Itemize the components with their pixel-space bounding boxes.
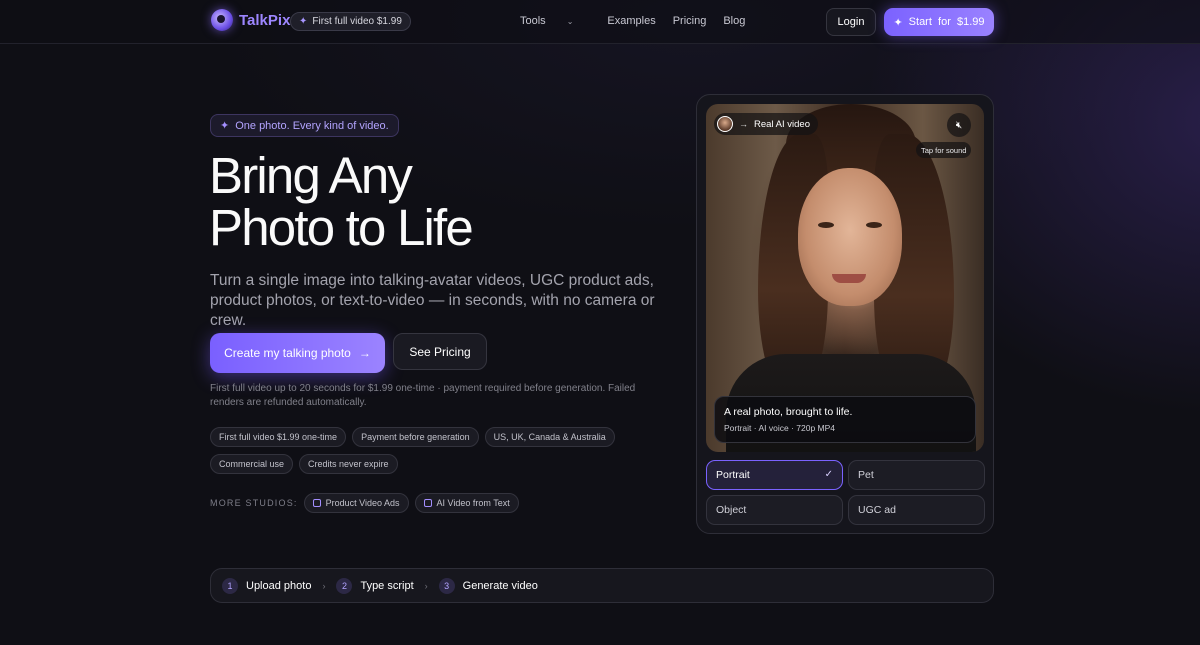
step-label: Type script xyxy=(360,579,414,592)
step-label: Upload photo xyxy=(246,579,312,592)
sparkle-icon: ✦ xyxy=(220,120,230,132)
preview-card: → Real AI video 🔇︎ Tap for sound A real … xyxy=(696,94,994,534)
real-ai-video-label: Real AI video xyxy=(754,118,810,130)
brand-name: TalkPix xyxy=(239,11,291,29)
create-talking-photo-label: Create my talking photo xyxy=(224,346,351,360)
avatar xyxy=(717,116,733,132)
option-label: Object xyxy=(716,504,747,516)
step-generate-video: 3 Generate video xyxy=(438,577,538,594)
option-label: UGC ad xyxy=(858,504,896,516)
feature-chip: Payment before generation xyxy=(352,427,479,447)
preview-video[interactable]: → Real AI video 🔇︎ Tap for sound A real … xyxy=(706,104,984,452)
option-label: Pet xyxy=(858,469,874,481)
see-pricing-button[interactable]: See Pricing xyxy=(393,333,487,370)
option-object[interactable]: Object xyxy=(706,495,843,525)
studio-ai-video-from-text[interactable]: AI Video from Text xyxy=(414,493,519,513)
nav-link-tools[interactable]: Tools ⌄ xyxy=(520,15,590,27)
check-icon: ✓ xyxy=(824,469,833,480)
promo-badge: ✦ First full video $1.99 xyxy=(290,12,411,31)
nav-link-blog[interactable]: Blog xyxy=(723,15,745,27)
product-box-icon xyxy=(312,499,321,507)
hero-subtitle: Turn a single image into talking-avatar … xyxy=(210,272,655,329)
logo-mark-icon xyxy=(211,9,233,31)
fine-print: First full video up to 20 seconds for $1… xyxy=(210,383,636,408)
step-number: 2 xyxy=(336,577,353,594)
caption-title: A real photo, brought to life. xyxy=(724,406,853,418)
video-caption: A real photo, brought to life. Portrait … xyxy=(714,396,976,443)
start-button-label: Start xyxy=(908,16,932,28)
brand-logo[interactable]: TalkPix xyxy=(211,9,290,31)
create-talking-photo-button[interactable]: Create my talking photo → xyxy=(210,333,385,373)
nav-link-pricing[interactable]: Pricing xyxy=(673,15,707,27)
start-button[interactable]: ✦ Start for $1.99 xyxy=(884,8,994,36)
portrait-face xyxy=(798,168,902,306)
nav-link-tools-label: Tools xyxy=(520,15,546,27)
start-button-for: for xyxy=(938,16,951,28)
step-number: 1 xyxy=(222,577,238,594)
steps-bar: 1 Upload photo › 2 Type script › 3 Gener… xyxy=(210,568,994,603)
login-button[interactable]: Login xyxy=(826,8,876,36)
video-text-icon xyxy=(423,499,432,507)
feature-chip: Credits never expire xyxy=(299,454,398,474)
nav-links: Tools ⌄ Examples Pricing Blog xyxy=(520,15,762,27)
hero-pill: ✦ One photo. Every kind of video. xyxy=(210,114,399,137)
feature-chip: US, UK, Canada & Australia xyxy=(484,427,615,447)
real-ai-video-tag: → Real AI video xyxy=(714,113,818,135)
sparkle-icon: ✦ xyxy=(299,16,308,27)
option-pet[interactable]: Pet xyxy=(848,460,985,490)
speaker-muted-icon: 🔇︎ xyxy=(955,119,963,131)
feature-chip: First full video $1.99 one-time xyxy=(210,427,347,447)
feature-chip: Commercial use xyxy=(210,454,294,474)
feature-chips-row1: First full video $1.99 one-time Payment … xyxy=(210,427,621,447)
hero-title-line2: Photo to Life xyxy=(209,199,474,256)
chevron-right-icon: › xyxy=(424,580,428,591)
arrow-right-icon: → xyxy=(358,346,371,360)
step-upload-photo: 1 Upload photo xyxy=(222,577,312,594)
chevron-down-icon: ⌄ xyxy=(566,16,574,26)
step-label: Generate video xyxy=(462,579,538,592)
hero-pill-label: One photo. Every kind of video. xyxy=(235,119,389,132)
portrait-eye xyxy=(818,222,834,228)
hero-title: Bring Any Photo to Life xyxy=(209,150,669,254)
feature-chips-row2: Commercial use Credits never expire xyxy=(210,454,404,474)
portrait-mouth xyxy=(832,274,866,283)
step-type-script: 2 Type script xyxy=(336,577,414,594)
studio-label: Product Video Ads xyxy=(325,498,400,508)
sparkle-icon: ✦ xyxy=(893,16,903,29)
start-button-price: $1.99 xyxy=(957,16,985,28)
top-nav: TalkPix ✦ First full video $1.99 Tools ⌄… xyxy=(0,0,1200,44)
caption-meta: Portrait · AI voice · 720p MP4 xyxy=(724,423,836,433)
nav-link-examples[interactable]: Examples xyxy=(607,15,655,27)
option-label: Portrait xyxy=(716,469,750,481)
option-portrait[interactable]: Portrait ✓ xyxy=(706,460,843,490)
step-number: 3 xyxy=(438,577,455,594)
arrow-right-icon: → xyxy=(739,119,748,129)
promo-badge-label: First full video $1.99 xyxy=(312,16,402,27)
hero-title-line1: Bring Any xyxy=(209,147,413,204)
more-studios: MORE STUDIOS: Product Video Ads AI Video… xyxy=(210,493,525,513)
tap-for-sound-label: Tap for sound xyxy=(916,142,972,158)
more-studios-label: MORE STUDIOS: xyxy=(210,498,298,508)
option-ugc-ad[interactable]: UGC ad xyxy=(848,495,985,525)
studio-label: AI Video from Text xyxy=(436,498,510,508)
chevron-right-icon: › xyxy=(322,580,326,591)
mute-toggle-button[interactable]: 🔇︎ xyxy=(947,113,971,137)
portrait-eye xyxy=(866,222,882,228)
studio-product-video-ads[interactable]: Product Video Ads xyxy=(303,493,409,513)
